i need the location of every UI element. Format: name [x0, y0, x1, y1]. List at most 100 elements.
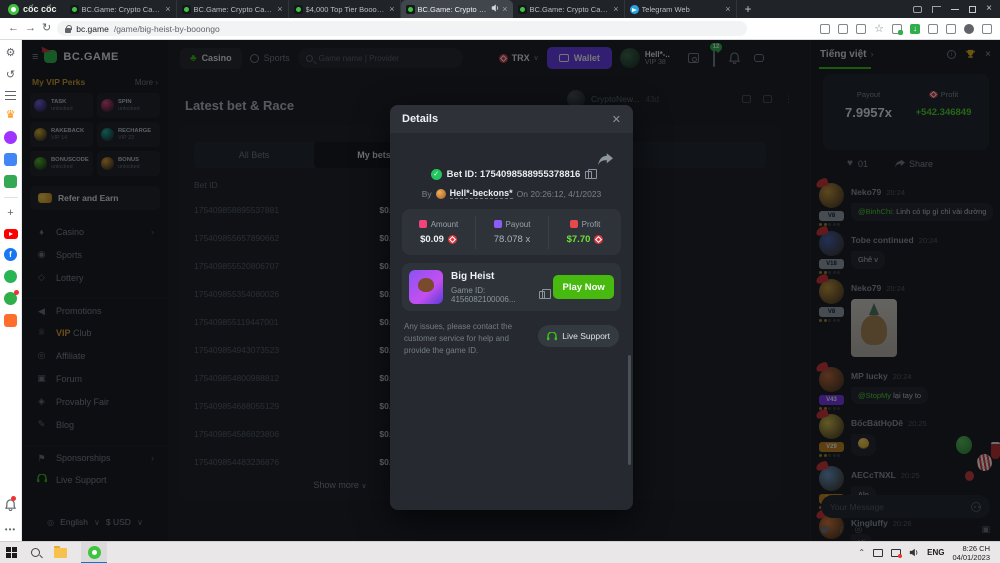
youtube-icon[interactable]	[3, 229, 18, 239]
tab-title: BC.Game: Crypto Casino Gan	[81, 4, 163, 14]
notifications-bell-icon[interactable]	[4, 496, 17, 516]
coccoc-menu-button[interactable]: cốc cốc	[0, 0, 65, 18]
network-icon[interactable]	[873, 548, 884, 557]
system-tray: ⌃ ENG 8:26 CH 04/01/2023	[858, 544, 994, 562]
window-minimize-button[interactable]	[951, 8, 960, 10]
tab-close-icon[interactable]: ×	[277, 4, 282, 14]
browser-tab-bar: cốc cốc BC.Game: Crypto Casino Gan×BC.Ga…	[0, 0, 1000, 18]
stat-value-text: 78.078 x	[493, 233, 531, 245]
copy-icon[interactable]	[585, 168, 597, 179]
history-icon[interactable]: ↺	[6, 69, 15, 82]
reload-button[interactable]: ↻	[42, 23, 51, 34]
taskbar-clock[interactable]: 8:26 CH 04/01/2023	[952, 544, 990, 562]
cart-icon[interactable]	[4, 314, 17, 327]
bcgame-favicon	[293, 4, 303, 14]
facebook-icon[interactable]: f	[4, 248, 17, 261]
tray-expand-icon[interactable]: ⌃	[858, 548, 865, 557]
url-path: /game/big-heist-by-booongo	[113, 23, 220, 34]
game-id-row: Game ID: 4156082100006...	[451, 286, 552, 304]
reading-list-icon[interactable]	[5, 91, 16, 100]
bettor-avatar	[435, 188, 446, 199]
telegram-favicon	[629, 4, 639, 14]
address-bar[interactable]: bc.game /game/big-heist-by-booongo	[57, 21, 748, 36]
modal-close-button[interactable]: ✕	[612, 113, 621, 126]
taskbar-search-icon[interactable]	[31, 548, 40, 557]
coccoc-logo-icon	[8, 3, 19, 15]
tab-search-icon[interactable]	[913, 5, 923, 13]
add-shortcut-icon[interactable]: +	[7, 207, 13, 220]
window-controls: ×	[913, 4, 1000, 14]
copy-icon[interactable]	[539, 288, 552, 299]
zalo-icon[interactable]	[4, 270, 17, 283]
trx-coin-icon	[594, 234, 604, 244]
adblock-icon[interactable]	[892, 23, 903, 35]
modal-scrollbar[interactable]	[628, 355, 631, 465]
share-icon[interactable]	[856, 23, 867, 34]
bet-timestamp: On 20:26:12, 4/1/2023	[516, 188, 602, 199]
stat-value: $7.70	[549, 234, 621, 245]
input-language[interactable]: ENG	[927, 548, 944, 557]
eco-icon[interactable]	[4, 290, 19, 305]
tab-overview-icon[interactable]	[932, 5, 942, 13]
browser-tab[interactable]: BC.Game: Crypto Casino Gan×	[65, 0, 177, 18]
bettor-name[interactable]: Hell*-beckons*	[449, 188, 513, 199]
translate-icon[interactable]	[838, 23, 849, 34]
profile-icon[interactable]	[964, 23, 974, 34]
tab-title: $4,000 Top Tier Booongo Mu	[305, 4, 387, 14]
window-maximize-button[interactable]	[969, 5, 977, 13]
volume-icon[interactable]	[909, 548, 919, 557]
browser-tab[interactable]: BC.Game: Crypto Casino Gar×	[513, 0, 625, 18]
forward-button[interactable]: →	[25, 23, 36, 34]
trx-coin-icon	[447, 234, 457, 244]
tab-close-icon[interactable]: ×	[725, 4, 730, 14]
window-close-button[interactable]: ×	[986, 4, 992, 14]
settings-gear-icon[interactable]: ⚙	[6, 47, 16, 60]
save-page-icon[interactable]	[820, 23, 831, 34]
browser-tab[interactable]: BC.Game: Crypto Casino Gan×	[177, 0, 289, 18]
more-icon[interactable]: •••	[5, 525, 16, 534]
browser-tab[interactable]: Telegram Web ×	[625, 0, 737, 18]
coccoc-brand-label: cốc cốc	[23, 4, 57, 14]
messenger-icon[interactable]	[4, 131, 17, 144]
new-tab-button[interactable]: +	[737, 2, 760, 16]
downloads-icon[interactable]	[982, 23, 992, 34]
ads-icon[interactable]	[4, 153, 17, 166]
tab-strip: BC.Game: Crypto Casino Gan×BC.Game: Cryp…	[65, 0, 737, 18]
profit-icon	[569, 220, 578, 228]
stat-value: $0.09	[402, 234, 475, 245]
tab-close-icon[interactable]: ×	[613, 4, 618, 14]
stat-amount: Amount $0.09	[402, 216, 475, 249]
action-center-icon[interactable]	[891, 548, 903, 558]
details-modal: Details ✕ ✓ Bet ID: 1754098588955378816 …	[390, 105, 633, 510]
start-button[interactable]	[6, 547, 17, 558]
play-now-button[interactable]: Play Now	[553, 275, 614, 299]
sidebar-toggle-icon[interactable]	[946, 23, 956, 34]
gamepad-icon[interactable]	[4, 175, 17, 188]
browser-tab[interactable]: BC.Game: Crypto Casino ×	[400, 0, 513, 18]
bookmark-star-icon[interactable]: ☆	[874, 23, 884, 34]
stat-value: 78.078 x	[476, 234, 548, 245]
file-explorer-icon[interactable]	[54, 545, 67, 558]
lock-icon[interactable]	[65, 24, 73, 33]
verified-check-icon: ✓	[430, 169, 442, 180]
headset-icon	[547, 331, 558, 340]
browser-tab[interactable]: $4,000 Top Tier Booongo Mu×	[289, 0, 401, 18]
big-heist-thumbnail[interactable]	[409, 270, 443, 304]
tab-close-icon[interactable]: ×	[502, 4, 507, 14]
extensions-icon[interactable]	[928, 23, 938, 34]
crown-rewards-icon[interactable]: ♛	[6, 109, 16, 122]
windows-taskbar: ⌃ ENG 8:26 CH 04/01/2023	[0, 541, 1000, 563]
modal-title: Details	[402, 113, 439, 125]
stat-label: Profit	[549, 220, 621, 229]
download-manager-icon[interactable]: ↓	[910, 23, 920, 34]
coccoc-taskbar-icon[interactable]	[81, 541, 107, 563]
stat-label-text: Payout	[505, 219, 531, 229]
tab-audio-icon[interactable]	[491, 4, 499, 14]
live-support-button[interactable]: Live Support	[538, 325, 619, 347]
stat-profit: Profit $7.70	[548, 215, 621, 249]
tab-close-icon[interactable]: ×	[165, 4, 170, 14]
back-button[interactable]: ←	[8, 23, 19, 34]
tab-title: BC.Game: Crypto Casino	[417, 4, 489, 14]
tab-title: Telegram Web	[641, 4, 690, 14]
tab-close-icon[interactable]: ×	[389, 4, 394, 14]
